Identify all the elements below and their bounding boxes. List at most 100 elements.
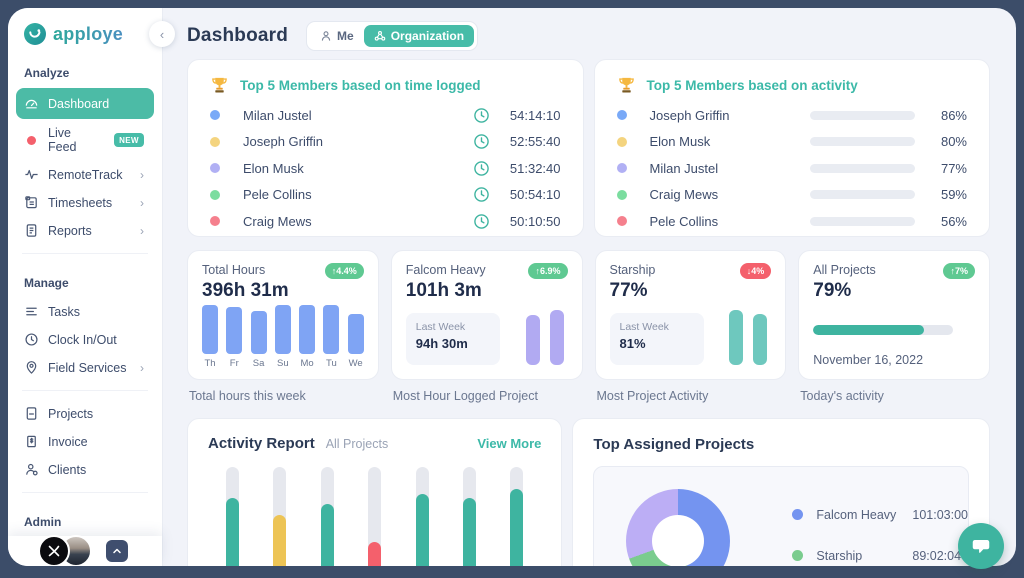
bar-track	[416, 467, 429, 566]
sidebar-item-remotetrack[interactable]: RemoteTrack ›	[16, 161, 154, 188]
sidebar-item-clients[interactable]: Clients	[16, 456, 154, 483]
outer-frame: apploye Analyze Dashboard Live Feed NEW …	[0, 0, 1024, 578]
projects-panel: Falcom Heavy 101:03:00 Starship 89:02:04	[593, 466, 969, 566]
tasks-icon	[24, 304, 39, 319]
bar-label: Th	[204, 358, 215, 369]
activity-progress-track	[813, 325, 953, 335]
bar-label: Tu	[326, 358, 337, 369]
app-window: apploye Analyze Dashboard Live Feed NEW …	[8, 8, 1016, 566]
sidebar-item-label: Invoice	[48, 435, 88, 449]
live-dot-icon	[27, 136, 36, 145]
activity-percent: 56%	[931, 214, 967, 229]
clients-icon	[24, 462, 39, 477]
member-dot	[617, 137, 627, 147]
dashboard-content: Top 5 Members based on time logged Milan…	[163, 51, 1016, 566]
sidebar-item-live-feed[interactable]: Live Feed NEW	[16, 120, 154, 160]
trend-badge: ↓4%	[740, 263, 772, 279]
sidebar-item-projects[interactable]: Projects	[16, 400, 154, 427]
field-services-icon	[24, 360, 39, 375]
toggle-organization-label: Organization	[391, 29, 464, 43]
card-top-members-time: Top 5 Members based on time logged Milan…	[187, 59, 584, 237]
member-name: Craig Mews	[243, 214, 312, 229]
sidebar-item-timesheets[interactable]: Timesheets ›	[16, 189, 154, 216]
member-activity-row: Craig Mews 59%	[617, 182, 968, 209]
projects-donut-chart	[626, 489, 730, 566]
organization-icon	[374, 30, 386, 42]
chevron-right-icon: ›	[140, 197, 144, 209]
member-dot	[617, 163, 627, 173]
x-logo-icon	[46, 543, 62, 559]
chevron-right-icon: ›	[140, 169, 144, 181]
bar-label: Fr	[230, 358, 239, 369]
member-dot	[210, 216, 220, 226]
sidebar-item-label: Clients	[48, 463, 86, 477]
sidebar-item-clock-in-out[interactable]: Clock In/Out	[16, 326, 154, 353]
bar	[729, 310, 743, 365]
sidebar-item-label: Timesheets	[48, 196, 112, 210]
activity-percent: 80%	[931, 134, 967, 149]
bar	[323, 305, 339, 354]
chat-button[interactable]	[958, 523, 1004, 569]
projects-filter[interactable]: All Projects	[326, 437, 389, 451]
bar	[526, 315, 540, 365]
toggle-organization-button[interactable]: Organization	[364, 25, 474, 47]
member-name: Milan Justel	[650, 161, 719, 176]
new-badge: NEW	[114, 133, 144, 147]
sidebar-item-tasks[interactable]: Tasks	[16, 298, 154, 325]
bar-column: Fr	[226, 307, 242, 369]
card-title: Top 5 Members based on time logged	[240, 78, 481, 93]
card-most-hours-project: Falcom Heavy 101h 3m ↑6.9% Last Week 94h…	[391, 250, 583, 380]
stat-value: 396h 31m	[202, 280, 289, 302]
timesheet-icon	[24, 195, 39, 210]
clock-icon	[473, 133, 490, 150]
member-dot	[617, 216, 627, 226]
bar-label: We	[349, 358, 363, 369]
clock-icon	[473, 160, 490, 177]
member-time-row: Craig Mews 50:10:50	[210, 208, 561, 235]
sidebar-item-label: Reports	[48, 224, 92, 238]
bar-label: Mo	[301, 358, 314, 369]
projects-icon	[24, 406, 39, 421]
sidebar-collapse-button[interactable]: ‹	[149, 21, 175, 47]
stat-title: Starship	[610, 263, 656, 277]
workspace-avatar[interactable]	[38, 535, 70, 566]
view-more-link[interactable]: View More	[477, 436, 541, 451]
stat-caption: Total hours this week	[187, 389, 379, 403]
stat-value: 79%	[813, 280, 876, 302]
divider	[22, 390, 148, 391]
member-name: Pele Collins	[243, 187, 312, 202]
bar-track	[321, 467, 334, 566]
sidebar-item-reports[interactable]: Reports ›	[16, 217, 154, 244]
bar-track	[226, 467, 239, 566]
clock-icon	[24, 332, 39, 347]
sidebar-item-dashboard[interactable]: Dashboard	[16, 88, 154, 119]
legend-value: 101:03:00	[912, 508, 968, 522]
main-area: Dashboard Me Organization	[163, 8, 1016, 566]
member-dot	[617, 190, 627, 200]
me-organization-toggle: Me Organization	[306, 21, 478, 51]
member-dot	[210, 163, 220, 173]
card-total-hours: Total Hours 396h 31m ↑4.4% ThFrSaSuMoTuW…	[187, 250, 379, 380]
last-week-label: Last Week	[416, 321, 490, 333]
stat-caption: Most Project Activity	[595, 389, 787, 403]
topbar: Dashboard Me Organization	[163, 8, 1016, 51]
sidebar-item-invoice[interactable]: Invoice	[16, 428, 154, 455]
sidebar-item-field-services[interactable]: Field Services ›	[16, 354, 154, 381]
report-icon	[24, 223, 39, 238]
section-label-admin: Admin	[8, 502, 162, 536]
member-name: Craig Mews	[650, 187, 719, 202]
divider	[22, 492, 148, 493]
page-title: Dashboard	[187, 25, 288, 47]
toggle-me-button[interactable]: Me	[310, 25, 364, 47]
bar-fill	[321, 504, 334, 566]
project-hours-bars	[526, 310, 564, 365]
bar	[550, 310, 564, 365]
person-icon	[320, 30, 332, 42]
time-logged-value: 52:55:40	[503, 134, 561, 149]
last-week-box: Last Week 94h 30m	[406, 313, 500, 365]
member-name: Pele Collins	[650, 214, 719, 229]
last-week-value: 94h 30m	[416, 336, 490, 351]
chevron-up-button[interactable]	[106, 540, 128, 562]
member-dot	[617, 110, 627, 120]
stat-caption: Most Hour Logged Project	[391, 389, 583, 403]
